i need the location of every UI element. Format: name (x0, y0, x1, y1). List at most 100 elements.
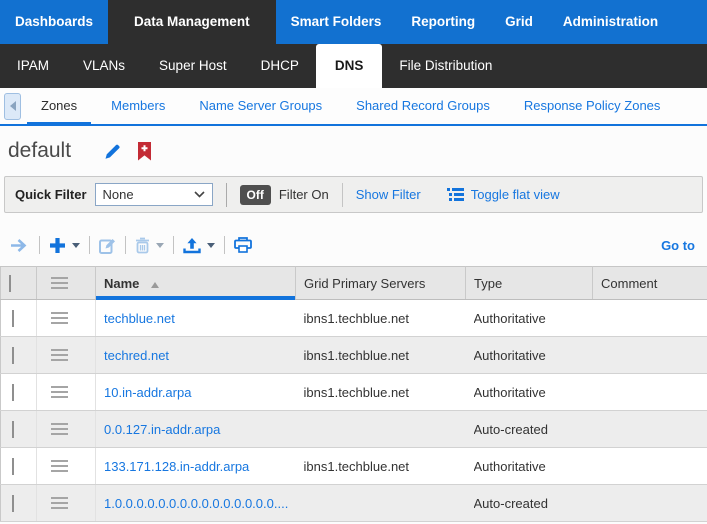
divider (224, 236, 225, 254)
divider (226, 183, 227, 207)
toggle-flat-view-button[interactable]: Toggle flat view (447, 187, 560, 202)
grid-primary-cell: ibns1.techblue.net (304, 459, 466, 474)
caret-down-icon (207, 243, 215, 248)
column-label: Comment (601, 276, 657, 291)
select-all-checkbox[interactable] (9, 275, 11, 292)
edit-icon (99, 237, 116, 254)
column-label: Type (474, 276, 502, 291)
subnav-ipam[interactable]: IPAM (0, 44, 66, 88)
edit-button[interactable] (99, 237, 116, 254)
row-checkbox[interactable] (12, 495, 14, 512)
row-drag-handle[interactable] (51, 349, 68, 361)
type-cell: Authoritative (474, 311, 593, 326)
zone-link[interactable]: 1.0.0.0.0.0.0.0.0.0.0.0.0.0.0.0.... (104, 496, 288, 511)
zone-link[interactable]: 10.in-addr.arpa (104, 385, 191, 400)
row-drag-handle[interactable] (51, 460, 68, 472)
upload-icon (183, 237, 201, 254)
arrow-right-icon (10, 238, 30, 253)
scroll-tabs-left-button[interactable] (4, 93, 21, 120)
column-header-type[interactable]: Type (466, 267, 593, 300)
table-row[interactable]: 10.in-addr.arpa ibns1.techblue.net Autho… (1, 374, 707, 411)
row-checkbox[interactable] (12, 458, 14, 475)
tab-members[interactable]: Members (97, 88, 179, 124)
go-to-link[interactable]: Go to (661, 238, 695, 253)
subnav-dhcp[interactable]: DHCP (244, 44, 316, 88)
toggle-flat-view-label: Toggle flat view (471, 187, 560, 202)
subnav-vlans[interactable]: VLANs (66, 44, 142, 88)
export-button[interactable] (183, 237, 215, 254)
chevron-left-icon (10, 101, 16, 111)
edit-view-button[interactable] (103, 142, 122, 161)
trash-icon (135, 237, 150, 254)
drag-handle-header (37, 267, 96, 300)
quick-filter-label: Quick Filter (15, 187, 87, 202)
table-row[interactable]: techblue.net ibns1.techblue.net Authorit… (1, 300, 707, 337)
main-nav: Dashboards Data Management Smart Folders… (0, 0, 707, 44)
printer-icon (234, 237, 252, 253)
tab-zones[interactable]: Zones (27, 88, 91, 124)
select-all-header[interactable] (1, 267, 37, 300)
flat-list-icon (447, 187, 464, 202)
subnav-file-distribution[interactable]: File Distribution (382, 44, 509, 88)
quick-filter-bar: Quick Filter None Off Filter On Show Fil… (4, 176, 703, 213)
row-checkbox[interactable] (12, 347, 14, 364)
divider (125, 236, 126, 254)
type-cell: Authoritative (474, 459, 593, 474)
nav-smart-folders[interactable]: Smart Folders (276, 0, 397, 44)
caret-down-icon (72, 243, 80, 248)
dns-view-tabbar: Zones Members Name Server Groups Shared … (0, 88, 707, 126)
zones-table: Name Grid Primary Servers Type Comment t… (0, 266, 707, 522)
nav-reporting[interactable]: Reporting (396, 0, 490, 44)
table-row[interactable]: techred.net ibns1.techblue.net Authorita… (1, 337, 707, 374)
zone-link[interactable]: techred.net (104, 348, 169, 363)
quick-filter-select[interactable]: None (95, 183, 213, 206)
show-filter-link[interactable]: Show Filter (356, 187, 421, 202)
row-drag-handle[interactable] (51, 423, 68, 435)
row-checkbox[interactable] (12, 384, 14, 401)
pencil-icon (103, 142, 122, 161)
tab-shared-record-groups[interactable]: Shared Record Groups (342, 88, 504, 124)
zone-link[interactable]: 133.171.128.in-addr.arpa (104, 459, 249, 474)
type-cell: Authoritative (474, 348, 593, 363)
delete-button[interactable] (135, 237, 164, 254)
row-checkbox[interactable] (12, 421, 14, 438)
subnav-dns[interactable]: DNS (316, 44, 383, 88)
page-title: default (8, 139, 71, 163)
add-bookmark-button[interactable] (137, 142, 152, 161)
column-header-name[interactable]: Name (96, 267, 296, 300)
nav-administration[interactable]: Administration (548, 0, 673, 44)
column-header-comment[interactable]: Comment (593, 267, 707, 300)
nav-data-management[interactable]: Data Management (108, 0, 276, 44)
column-label: Name (104, 276, 139, 291)
nav-grid[interactable]: Grid (490, 0, 548, 44)
table-row[interactable]: 1.0.0.0.0.0.0.0.0.0.0.0.0.0.0.0.... Auto… (1, 485, 707, 522)
zone-link[interactable]: 0.0.127.in-addr.arpa (104, 422, 220, 437)
nav-dashboards[interactable]: Dashboards (0, 0, 108, 44)
type-cell: Authoritative (474, 385, 593, 400)
data-management-subnav: IPAM VLANs Super Host DHCP DNS File Dist… (0, 44, 707, 88)
open-button[interactable] (10, 238, 30, 253)
table-row[interactable]: 133.171.128.in-addr.arpa ibns1.techblue.… (1, 448, 707, 485)
hamburger-icon (51, 277, 68, 289)
zone-link[interactable]: techblue.net (104, 311, 175, 326)
column-header-grid-primary-servers[interactable]: Grid Primary Servers (296, 267, 466, 300)
tab-response-policy-zones[interactable]: Response Policy Zones (510, 88, 675, 124)
row-drag-handle[interactable] (51, 386, 68, 398)
chevron-down-icon (194, 191, 205, 198)
table-row[interactable]: 0.0.127.in-addr.arpa Auto-created (1, 411, 707, 448)
row-checkbox[interactable] (12, 310, 14, 327)
type-cell: Auto-created (474, 496, 593, 511)
row-drag-handle[interactable] (51, 312, 68, 324)
row-drag-handle[interactable] (51, 497, 68, 509)
column-label: Grid Primary Servers (304, 276, 425, 291)
bookmark-plus-icon (137, 142, 152, 161)
filter-on-toggle[interactable]: Off (240, 185, 271, 205)
print-button[interactable] (234, 237, 252, 253)
caret-down-icon (156, 243, 164, 248)
type-cell: Auto-created (474, 422, 593, 437)
table-header-row: Name Grid Primary Servers Type Comment (1, 267, 707, 300)
subnav-super-host[interactable]: Super Host (142, 44, 244, 88)
add-button[interactable] (49, 237, 80, 254)
grid-manager-app: Dashboards Data Management Smart Folders… (0, 0, 707, 524)
tab-name-server-groups[interactable]: Name Server Groups (185, 88, 336, 124)
